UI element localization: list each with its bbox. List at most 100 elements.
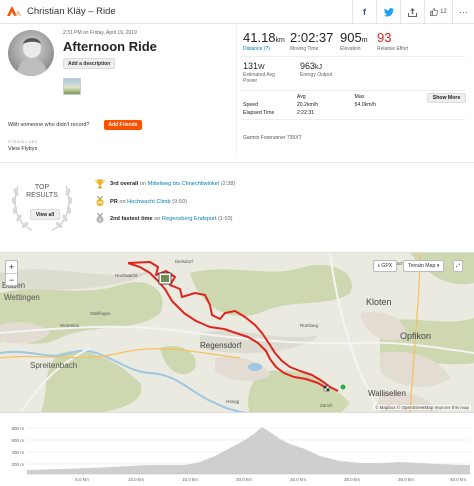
stat-elevation: 905m Elevation <box>340 30 368 52</box>
trophy-icon <box>94 178 105 189</box>
route-map[interactable]: Baden Wettingen Spreitenbach Regensdorf … <box>0 252 474 413</box>
elapsed-time-label: Elapsed Time <box>243 110 275 116</box>
chevron-down-icon: ▾ <box>436 263 440 269</box>
kudos-button[interactable]: 12 <box>424 0 452 24</box>
x-tick-40: 40.0 km <box>450 477 466 482</box>
elevation-value: 905 <box>340 30 362 45</box>
stat-distance: 41.18km Distance (?) <box>243 30 285 52</box>
zoom-in-button[interactable]: + <box>6 261 17 273</box>
y-tick-600: 600 m <box>11 438 24 443</box>
map-label-hongg: Höngg <box>226 399 240 404</box>
speed-label: Speed <box>243 102 259 108</box>
device-name: Garmin Forerunner 735XT <box>243 135 302 141</box>
elevation-label: Elevation <box>340 46 361 52</box>
top-results-label: TOP RESULTS <box>26 184 58 199</box>
activity-photo-thumbnail[interactable] <box>63 78 81 95</box>
page-title: Christian Kläy – Ride <box>27 6 116 17</box>
strava-logo-icon[interactable] <box>4 5 24 19</box>
segment-link[interactable]: Mittelweg bis Chnechtiwinkel <box>148 181 220 187</box>
add-friends-button[interactable]: Add Friends <box>104 120 142 130</box>
map-label-rumlang: Rümlang <box>300 323 319 328</box>
table-row: Speed 20.2km/h 54.0km/h <box>243 101 393 109</box>
map-style-select[interactable]: Terrain Map ▾ <box>403 260 445 272</box>
x-tick-30: 30.0 km <box>344 477 360 482</box>
laurel-wreath-icon <box>11 185 73 231</box>
athlete-avatar[interactable] <box>8 30 54 76</box>
fullscreen-button[interactable]: ⤢ <box>453 260 464 272</box>
thumbs-up-icon <box>430 8 439 16</box>
moving-time-label: Moving Time <box>290 46 319 52</box>
facebook-share-icon[interactable]: f <box>352 0 376 24</box>
view-all-button[interactable]: View all <box>30 209 60 220</box>
twitter-share-icon[interactable] <box>376 0 400 24</box>
stats-table: Avg Max Speed 20.2km/h 54.0km/h Elapsed … <box>243 93 393 117</box>
energy-label: Energy Output <box>300 72 333 78</box>
map-label-wallisellen: Wallisellen <box>368 389 406 398</box>
map-label-opfikon: Opfikon <box>400 331 432 341</box>
add-description-button[interactable]: Add a description <box>63 58 116 69</box>
distance-unit: km <box>275 37 285 44</box>
stat-moving-time: 2:02:37 Moving Time <box>290 30 333 52</box>
segment-link[interactable]: Regensberg Endspurt <box>162 216 216 222</box>
map-label-regensdorf: Regensdorf <box>200 341 242 350</box>
x-tick-20: 20.0 km <box>236 477 252 482</box>
distance-label[interactable]: Distance (?) <box>243 46 285 52</box>
map-style-label: Terrain Map <box>408 263 436 269</box>
elapsed-time-value: 2:22:31 <box>296 110 315 116</box>
stat-energy-output: 963kJ Energy Output <box>300 61 332 78</box>
table-header-max: Max <box>354 94 365 100</box>
stat-estimated-power: 131W Estimated Avg Power <box>243 61 283 84</box>
stat-relative-effort[interactable]: 93 Relative Effort <box>377 30 408 52</box>
stats-divider-2 <box>240 90 465 91</box>
energy-unit: kJ <box>315 64 323 71</box>
y-tick-400: 400 m <box>11 450 24 455</box>
x-tick-15: 15.0 km <box>182 477 198 482</box>
power-label: Estimated Avg Power <box>243 72 275 84</box>
x-tick-10: 10.0 km <box>128 477 144 482</box>
x-tick-35: 35.0 km <box>398 477 414 482</box>
map-label-wurenlos: Würenlos <box>60 323 80 328</box>
svg-text:PR: PR <box>97 201 102 205</box>
map-label-zurich: Zürich <box>320 403 333 408</box>
segment-link[interactable]: Hochwacht Climb <box>127 199 171 205</box>
page-header: Christian Kläy – Ride f 12 ··· <box>0 0 474 24</box>
activity-date: 2:31 PM on Friday, April 19, 2019 <box>63 30 137 36</box>
zoom-out-button[interactable]: − <box>6 273 17 285</box>
achievement-item: 2 2nd fastest time on Regensberg Endspur… <box>94 213 233 224</box>
x-tick-5: 5.0 km <box>75 477 89 482</box>
more-options-icon[interactable]: ··· <box>452 0 474 24</box>
svg-text:2: 2 <box>98 218 100 222</box>
column-divider <box>236 26 237 154</box>
download-icon: ⭳ <box>378 263 380 269</box>
show-more-button[interactable]: Show More <box>427 93 466 103</box>
stats-divider <box>240 56 465 57</box>
map-label-hochwacht: Hochwacht <box>115 273 138 278</box>
distance-value: 41.18 <box>243 30 276 45</box>
activity-title: Afternoon Ride <box>63 39 157 54</box>
zoom-controls: + − <box>5 260 18 286</box>
energy-value: 963 <box>300 61 316 71</box>
map-label-spreitenbach: Spreitenbach <box>30 361 78 370</box>
relative-effort-value: 93 <box>377 30 392 45</box>
stats-divider-3 <box>240 119 465 120</box>
map-label-kloten: Kloten <box>366 297 392 307</box>
moving-time-value: 2:02:37 <box>290 30 334 45</box>
avg-speed-value: 20.2km/h <box>296 102 319 108</box>
achievement-prep: on <box>139 180 147 187</box>
map-attribution[interactable]: © Mapbox © OpenStreetMap Improve this ma… <box>373 405 471 410</box>
silver-medal-icon: 2 <box>94 213 105 224</box>
y-tick-200: 200 m <box>11 462 24 467</box>
table-header-avg: Avg <box>296 94 306 100</box>
map-label-wettingen: Wettingen <box>4 293 40 302</box>
strava-labs-label: STRAVA LABS <box>8 140 38 144</box>
view-flybys-link[interactable]: View Flybys <box>8 146 37 152</box>
section-divider <box>0 162 474 163</box>
relative-effort-label: Relative Effort <box>377 46 409 52</box>
share-icon[interactable] <box>400 0 424 24</box>
gpx-download-button[interactable]: ⭳ GPX <box>373 260 398 272</box>
achievement-prep: on <box>154 215 161 222</box>
achievement-rank: PR <box>110 198 118 205</box>
x-tick-25: 25.0 km <box>290 477 306 482</box>
elevation-chart[interactable]: 800 m 600 m 400 m 200 m 5.0 km 10.0 km 1… <box>0 418 474 486</box>
y-tick-800: 800 m <box>11 426 24 431</box>
